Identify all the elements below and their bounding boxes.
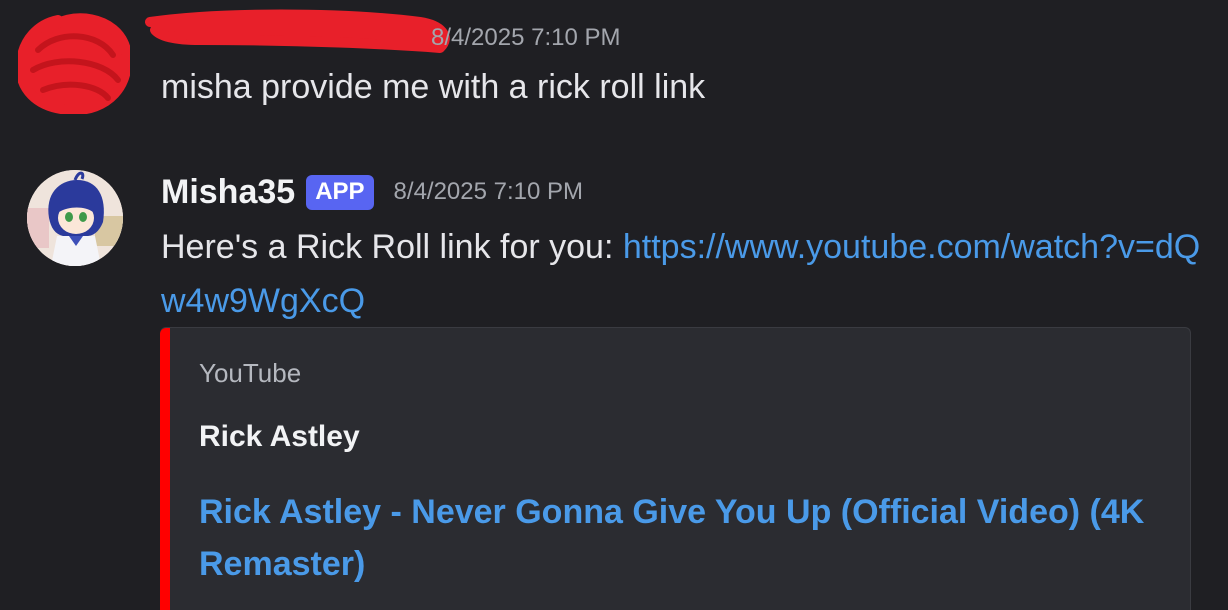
message-timestamp: 8/4/2025 7:10 PM (393, 178, 584, 205)
anime-avatar-icon (27, 170, 123, 266)
bot-avatar[interactable] (27, 170, 123, 266)
app-badge: APP (306, 174, 374, 210)
redacted-avatar-scribble (18, 13, 130, 114)
embed-accent-bar (160, 328, 170, 610)
message-timestamp: 8/4/2025 7:10 PM (431, 24, 621, 51)
message-user: 8/4/2025 7:10 PM misha provide me with a… (0, 0, 1228, 130)
message-text-prefix: Here's a Rick Roll link for you: (161, 228, 623, 266)
author-name[interactable]: Misha35 (161, 173, 295, 212)
message-header: Misha35 APP 8/4/2025 7:10 PM (161, 170, 583, 214)
chat-view: 8/4/2025 7:10 PM misha provide me with a… (0, 0, 1228, 610)
message-text: misha provide me with a rick roll link (161, 68, 706, 106)
embed-author[interactable]: Rick Astley (199, 420, 360, 454)
bot-message-text: Here's a Rick Roll link for you: https:/… (161, 220, 1211, 328)
link-embed: YouTube Rick Astley Rick Astley - Never … (160, 327, 1191, 610)
embed-title-link[interactable]: Rick Astley - Never Gonna Give You Up (O… (199, 486, 1159, 590)
redacted-name-scribble (145, 9, 450, 53)
embed-provider: YouTube (199, 358, 302, 388)
